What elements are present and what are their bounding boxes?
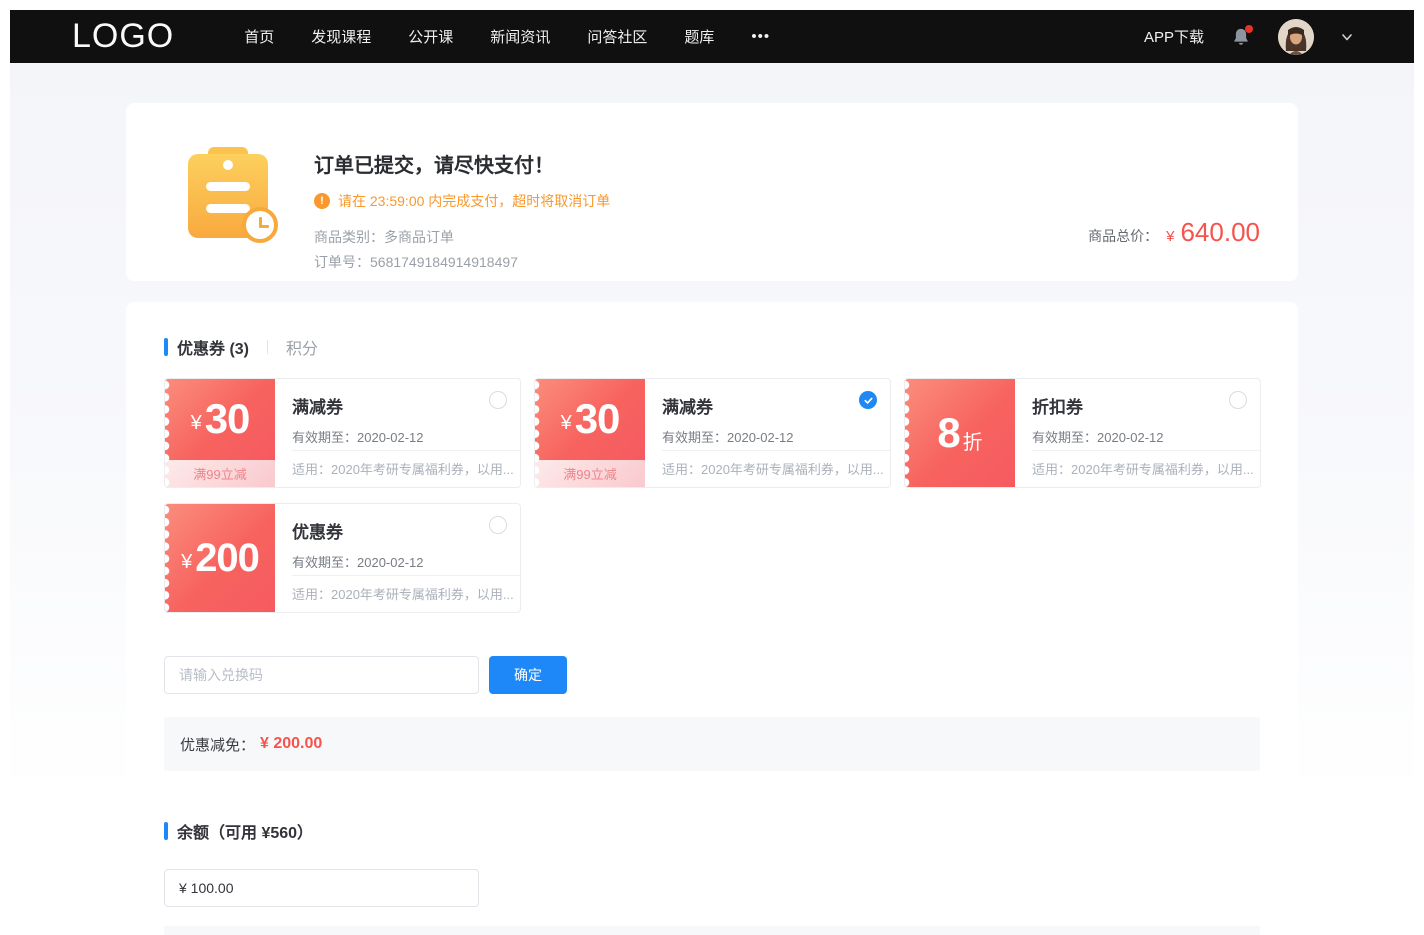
expiry-date: 2020-02-12 <box>727 430 794 445</box>
tab-coupons[interactable]: 优惠券 (3) <box>177 335 249 359</box>
coupon-radio[interactable] <box>1229 391 1247 409</box>
page-content: 订单已提交，请尽快支付！ ! 请在 23:59:00 内完成支付，超时将取消订单… <box>10 63 1414 935</box>
coupon-stub: ¥ 200 <box>165 504 275 612</box>
coupon-radio[interactable] <box>489 391 507 409</box>
coupon-stub: 8 折 <box>905 379 1015 487</box>
page: LOGO 首页 发现课程 公开课 新闻资讯 问答社区 题库 ••• APP下载 <box>10 10 1414 935</box>
redeem-code-input[interactable] <box>164 656 479 694</box>
balance-amount-input[interactable] <box>164 869 479 907</box>
coupon-currency: ¥ <box>181 551 192 574</box>
coupon-title: 满减券 <box>662 393 874 418</box>
coupon-info: 满减券 有效期至：2020-02-12 适用：2020年考研专属福利券，以用..… <box>275 379 520 487</box>
coupon-scope: 适用：2020年考研专属福利券，以用... <box>662 450 890 487</box>
discount-label: 优惠减免： <box>180 734 255 755</box>
expiry-label: 有效期至： <box>292 430 357 445</box>
coupon-amount: 200 <box>195 536 259 581</box>
total-currency: ¥ <box>1166 228 1174 245</box>
coupon-grid: ¥ 30 满99立减 满减券 有效期至：2020-02-12 适用：2020年考 <box>164 378 1260 613</box>
redeem-code-row: 确定 <box>164 656 1260 694</box>
coupon-scope: 适用：2020年考研专属福利券，以用... <box>292 575 520 612</box>
payment-options-card: 优惠券 (3) 积分 ¥ 30 满99立减 <box>126 302 1298 935</box>
coupon-scope: 适用：2020年考研专属福利券，以用... <box>292 450 520 487</box>
coupon-amount: 30 <box>575 395 620 443</box>
deadline-text: 请在 23:59:00 内完成支付，超时将取消订单 <box>338 191 610 211</box>
expiry-label: 有效期至： <box>1032 430 1097 445</box>
order-total: 商品总价： ¥ 640.00 <box>1088 217 1260 248</box>
order-summary-card: 订单已提交，请尽快支付！ ! 请在 23:59:00 内完成支付，超时将取消订单… <box>126 103 1298 281</box>
coupon-title: 满减券 <box>292 393 504 418</box>
notification-dot <box>1245 25 1253 33</box>
balance-section-header: 余额（可用 ¥560） <box>164 820 1260 842</box>
expiry-label: 有效期至： <box>292 555 357 570</box>
coupon-radio-selected[interactable] <box>859 391 877 409</box>
nav-item-question-bank[interactable]: 题库 <box>684 26 714 47</box>
expiry-label: 有效期至： <box>662 430 727 445</box>
notification-bell-icon[interactable] <box>1230 26 1252 48</box>
coupon-condition-badge: 满99立减 <box>535 460 645 487</box>
redeem-confirm-button[interactable]: 确定 <box>489 656 567 694</box>
coupon-card-1[interactable]: ¥ 30 满99立减 满减券 有效期至：2020-02-12 适用：2020年考 <box>164 378 521 488</box>
tab-points[interactable]: 积分 <box>286 335 318 359</box>
category-value: 多商品订单 <box>384 229 454 245</box>
coupon-expiry: 有效期至：2020-02-12 <box>662 427 874 446</box>
discount-summary-bar: 优惠减免： ¥ 200.00 <box>164 717 1260 771</box>
payment-deadline-warning: ! 请在 23:59:00 内完成支付，超时将取消订单 <box>314 191 610 211</box>
tab-divider <box>267 340 268 354</box>
expiry-date: 2020-02-12 <box>357 430 424 445</box>
coupon-card-4[interactable]: ¥ 200 优惠券 有效期至：2020-02-12 适用：2020年考研专属福利… <box>164 503 521 613</box>
coupon-condition-badge: 满99立减 <box>165 460 275 487</box>
coupon-info: 优惠券 有效期至：2020-02-12 适用：2020年考研专属福利券，以用..… <box>275 504 520 612</box>
coupon-amount: 8 <box>937 409 959 457</box>
order-clipboard-icon <box>186 147 270 239</box>
coupon-expiry: 有效期至：2020-02-12 <box>1032 427 1244 446</box>
section-accent-bar <box>164 338 168 356</box>
coupon-info: 折扣券 有效期至：2020-02-12 适用：2020年考研专属福利券，以用..… <box>1015 379 1260 487</box>
order-no-label: 订单号： <box>314 254 370 270</box>
section-accent-bar <box>164 822 168 840</box>
total-amount: 640.00 <box>1180 217 1260 248</box>
nav-links: 首页 发现课程 公开课 新闻资讯 问答社区 题库 ••• <box>244 26 770 47</box>
discount-amount: ¥ 200.00 <box>260 735 322 753</box>
coupon-title: 折扣券 <box>1032 393 1244 418</box>
total-label: 商品总价： <box>1088 226 1158 246</box>
coupon-amount: 30 <box>205 395 250 443</box>
coupon-card-2[interactable]: ¥ 30 满99立减 满减券 有效期至：2020-02-12 适用：2020年考 <box>534 378 891 488</box>
coupon-currency: ¥ <box>561 412 572 435</box>
coupon-scope: 适用：2020年考研专属福利券，以用... <box>1032 450 1260 487</box>
expiry-date: 2020-02-12 <box>357 555 424 570</box>
user-avatar[interactable] <box>1278 19 1314 55</box>
coupon-radio[interactable] <box>489 516 507 534</box>
coupon-card-3[interactable]: 8 折 折扣券 有效期至：2020-02-12 适用：2020年考研专属福利券，… <box>904 378 1261 488</box>
coupon-stub: ¥ 30 满99立减 <box>535 379 645 487</box>
nav-item-home[interactable]: 首页 <box>244 26 274 47</box>
expiry-date: 2020-02-12 <box>1097 430 1164 445</box>
order-no-value: 5681749184914918497 <box>370 254 518 270</box>
coupon-info: 满减券 有效期至：2020-02-12 适用：2020年考研专属福利券，以用..… <box>645 379 890 487</box>
clock-icon <box>242 207 278 243</box>
next-summary-bar <box>164 926 1260 935</box>
order-number-row: 订单号：5681749184914918497 <box>314 250 610 275</box>
logo[interactable]: LOGO <box>72 17 174 56</box>
coupon-unit: 折 <box>963 426 983 455</box>
app-download-link[interactable]: APP下载 <box>1144 26 1204 47</box>
category-label: 商品类别： <box>314 229 384 245</box>
order-status-title: 订单已提交，请尽快支付！ <box>314 149 610 178</box>
chevron-down-icon[interactable] <box>1340 30 1354 44</box>
more-menu-icon[interactable]: ••• <box>751 28 770 45</box>
balance-title: 余额（可用 ¥560） <box>177 819 313 843</box>
coupon-tabs: 优惠券 (3) 积分 <box>164 336 1260 358</box>
coupon-title: 优惠券 <box>292 518 504 543</box>
warning-icon: ! <box>314 193 330 209</box>
nav-item-open-classes[interactable]: 公开课 <box>408 26 453 47</box>
nav-item-discover-courses[interactable]: 发现课程 <box>311 26 371 47</box>
coupon-currency: ¥ <box>191 412 202 435</box>
coupon-expiry: 有效期至：2020-02-12 <box>292 552 504 571</box>
top-navbar: LOGO 首页 发现课程 公开课 新闻资讯 问答社区 题库 ••• APP下载 <box>10 10 1414 63</box>
nav-item-news[interactable]: 新闻资讯 <box>490 26 550 47</box>
order-category-row: 商品类别：多商品订单 <box>314 225 610 250</box>
coupon-stub: ¥ 30 满99立减 <box>165 379 275 487</box>
coupon-expiry: 有效期至：2020-02-12 <box>292 427 504 446</box>
navbar-right: APP下载 <box>1144 19 1354 55</box>
nav-item-qa-community[interactable]: 问答社区 <box>587 26 647 47</box>
